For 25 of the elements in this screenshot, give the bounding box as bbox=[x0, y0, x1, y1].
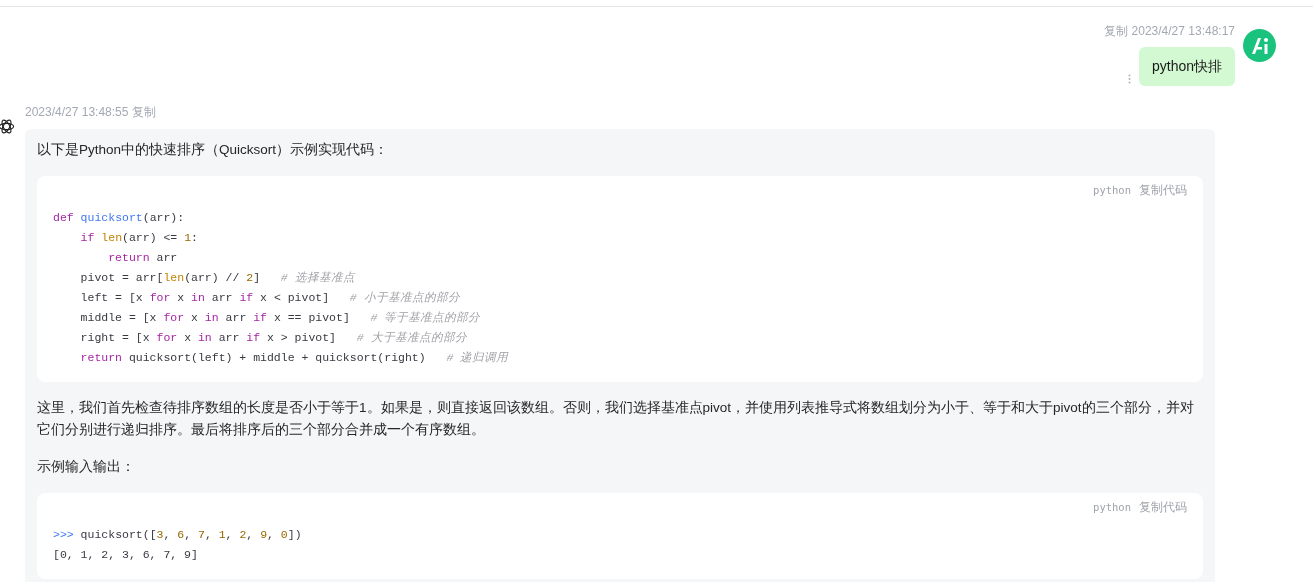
code-line: right = [x for x in arr if x > pivot] # 大于基准点的部分 bbox=[79, 330, 467, 346]
message-paragraph: 示例输入输出： bbox=[37, 458, 136, 476]
code-language: python bbox=[1093, 500, 1131, 515]
user-message-bubble: python快排 bbox=[1138, 47, 1235, 86]
copy-code-link[interactable]: 复制代码 bbox=[1139, 182, 1187, 198]
copy-code-link[interactable]: 复制代码 bbox=[1139, 499, 1187, 515]
code-line: return arr bbox=[107, 250, 178, 266]
message-paragraph: 这里，我们首先检查待排序数组的长度是否小于等于1。如果是，则直接返回该数组。否则，我们选择基准点pivot，并使用列表推导式将数组划分为小于、等于和大于pivot的三个部分，并对它们分别进行递归排序。最后将排序后的三个部分合并成一个有序数组。 bbox=[37, 399, 1195, 439]
copy-link[interactable]: 复制 bbox=[1103, 23, 1128, 39]
more-icon[interactable] bbox=[1127, 74, 1131, 84]
code-line: pivot = arr[len(arr) // 2] # 选择基准点 bbox=[79, 270, 355, 286]
avatar-icon bbox=[1243, 29, 1276, 62]
message-time: 2023/4/27 13:48:17 bbox=[1131, 23, 1235, 39]
code-language: python bbox=[1093, 183, 1131, 198]
code-line: left = [x for x in arr if x < pivot] # 小于基准点的部分 bbox=[79, 290, 460, 306]
bot-logo-icon bbox=[0, 118, 15, 135]
code-line: def quicksort(arr): bbox=[53, 210, 185, 226]
message-paragraph: 以下是Python中的快速排序（Quicksort）示例实现代码： bbox=[37, 141, 390, 159]
code-line: return quicksort(left) + middle + quicksort(right) # 递归调用 bbox=[79, 350, 509, 366]
code-line: middle = [x for x in arr if x == pivot] # 等于基准点的部分 bbox=[79, 310, 481, 326]
message-time: 2023/4/27 13:48:55 bbox=[25, 104, 129, 120]
code-line: >>> quicksort([3, 6, 7, 1, 2, 9, 0]) bbox=[53, 527, 302, 543]
code-line: [0, 1, 2, 3, 6, 7, 9] bbox=[53, 547, 198, 563]
code-line: if len(arr) <= 1: bbox=[79, 230, 198, 246]
copy-link[interactable]: 复制 bbox=[132, 104, 157, 120]
